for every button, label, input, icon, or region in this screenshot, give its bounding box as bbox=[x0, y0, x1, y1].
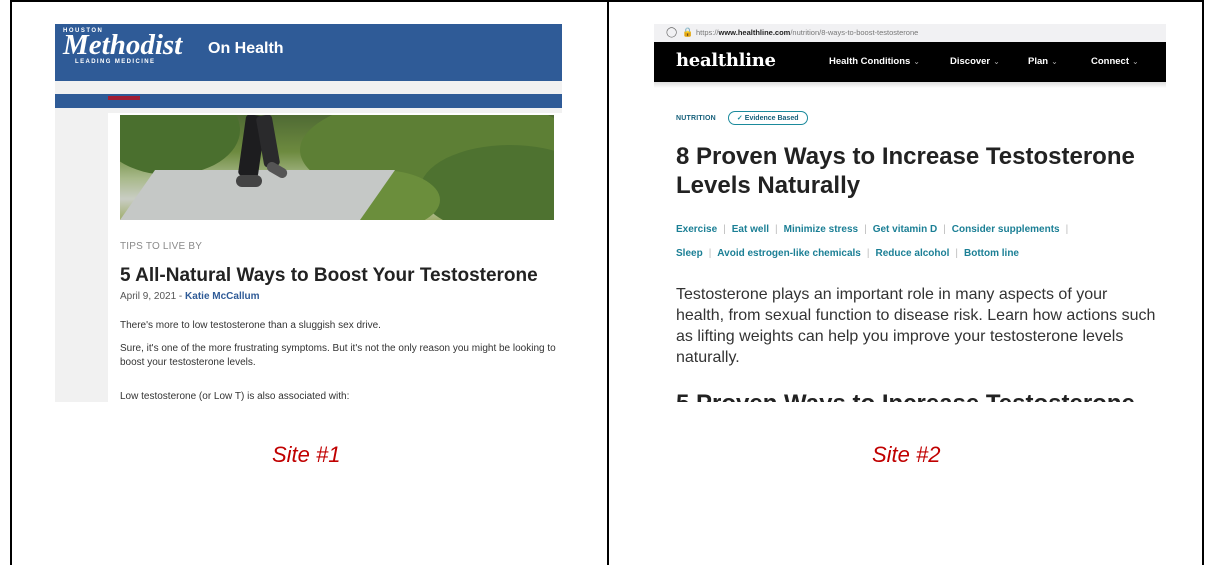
article-subheading: 5 Proven Ways to Increase Testosterone bbox=[676, 390, 1135, 402]
toc-link[interactable]: Sleep bbox=[676, 248, 703, 259]
evidence-badge[interactable]: ✓ Evidence Based bbox=[727, 111, 808, 125]
table-middle-border bbox=[607, 0, 609, 565]
article-category: TIPS TO LIVE BY bbox=[120, 241, 203, 252]
article-paragraph: Sure, it's one of the more frustrating s… bbox=[120, 343, 556, 368]
chevron-down-icon: ⌄ bbox=[1132, 57, 1139, 66]
article-meta: April 9, 2021 - Katie McCallum bbox=[120, 291, 260, 302]
url-path: /nutrition/8-ways-to-boost-testosterone bbox=[790, 28, 919, 37]
url-text[interactable]: https://www.healthline.com/nutrition/8-w… bbox=[696, 28, 918, 37]
category-link[interactable]: NUTRITION bbox=[676, 115, 716, 122]
article-intro: Testosterone plays an important role in … bbox=[676, 286, 1156, 366]
toc-row-2: Sleep | Avoid estrogen-like chemicals | Redu… bbox=[676, 248, 1019, 259]
site2-screenshot: ◯ 🔒 https://www.healthline.com/nutrition… bbox=[654, 24, 1166, 402]
checkmark-icon: ✓ bbox=[736, 115, 743, 122]
toc-link[interactable]: Eat well bbox=[732, 224, 769, 235]
article-paragraph: Low testosterone (or Low T) is also asso… bbox=[120, 391, 350, 402]
author-link[interactable]: Katie McCallum bbox=[185, 291, 259, 302]
site2-caption: Site #2 bbox=[872, 442, 941, 467]
site1-screenshot: HOUSTON Methodist LEADING MEDICINE On He… bbox=[55, 24, 562, 402]
toc-link[interactable]: Get vitamin D bbox=[873, 224, 937, 235]
article-title: 5 All-Natural Ways to Boost Your Testost… bbox=[120, 265, 538, 286]
toc-link[interactable]: Reduce alcohol bbox=[875, 248, 949, 259]
article-card: TIPS TO LIVE BY 5 All-Natural Ways to Bo… bbox=[108, 113, 562, 402]
article-date: April 9, 2021 bbox=[120, 291, 177, 302]
hero-image bbox=[120, 115, 554, 220]
nav-plan[interactable]: Plan ⌄ bbox=[1028, 56, 1058, 67]
nav-label: Discover bbox=[950, 56, 991, 67]
nav-label: Plan bbox=[1028, 56, 1049, 67]
url-domain: www.healthline.com bbox=[718, 28, 791, 37]
meta-separator: - bbox=[176, 291, 186, 302]
chevron-down-icon: ⌄ bbox=[913, 57, 920, 66]
nav-label: Health Conditions bbox=[829, 56, 911, 67]
navbar-shadow bbox=[654, 82, 1166, 88]
chevron-down-icon: ⌄ bbox=[1051, 57, 1058, 66]
address-bar[interactable]: ◯ 🔒 https://www.healthline.com/nutrition… bbox=[654, 24, 1166, 42]
article-tag-row: NUTRITION ✓ Evidence Based bbox=[676, 111, 808, 125]
url-prefix: https:// bbox=[696, 28, 719, 37]
shield-icon: ◯ bbox=[666, 27, 678, 38]
methodist-logo[interactable]: HOUSTON Methodist LEADING MEDICINE bbox=[63, 28, 182, 65]
badge-label: Evidence Based bbox=[744, 115, 799, 122]
nav-connect[interactable]: Connect ⌄ bbox=[1091, 56, 1139, 67]
table-right-border bbox=[1202, 0, 1204, 565]
nav-health-conditions[interactable]: Health Conditions ⌄ bbox=[829, 56, 920, 67]
toc-row-1: Exercise | Eat well | Minimize stress | Get vi… bbox=[676, 224, 1069, 235]
toc-link[interactable]: Minimize stress bbox=[784, 224, 858, 235]
toc-link[interactable]: Exercise bbox=[676, 224, 717, 235]
logo-methodist-text: Methodist bbox=[63, 29, 183, 61]
site1-subheader-bar bbox=[55, 81, 562, 94]
site2-navbar: healthline Health Conditions ⌄ Discover ⌄ … bbox=[654, 42, 1166, 82]
healthline-logo[interactable]: healthline bbox=[676, 50, 776, 71]
nav-discover[interactable]: Discover ⌄ bbox=[950, 56, 1000, 67]
article-paragraph: There's more to low testosterone than a … bbox=[120, 320, 381, 331]
accent-bar bbox=[108, 96, 140, 100]
toc-link[interactable]: Consider supplements bbox=[952, 224, 1060, 235]
section-name-link[interactable]: On Health bbox=[208, 40, 284, 58]
chevron-down-icon: ⌄ bbox=[993, 57, 1000, 66]
table-left-border bbox=[10, 0, 12, 565]
nav-label: Connect bbox=[1091, 56, 1129, 67]
lock-icon: 🔒 bbox=[682, 27, 694, 37]
toc-link[interactable]: Bottom line bbox=[964, 248, 1019, 259]
site1-caption: Site #1 bbox=[272, 442, 341, 467]
article-title: 8 Proven Ways to Increase Testosterone L… bbox=[676, 143, 1135, 199]
toc-link[interactable]: Avoid estrogen-like chemicals bbox=[717, 248, 861, 259]
